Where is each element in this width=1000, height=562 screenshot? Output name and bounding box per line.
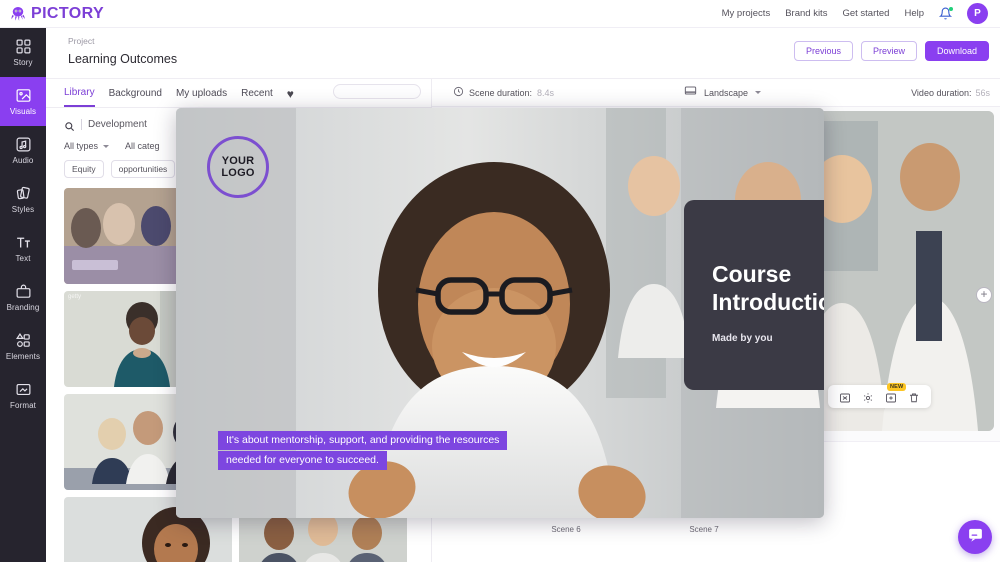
top-navigation: My projects Brand kits Get started Help …	[722, 3, 1000, 24]
notification-dot	[949, 7, 953, 11]
preview-button[interactable]: Preview	[860, 41, 917, 61]
sidebar-label-audio: Audio	[12, 156, 34, 165]
chat-widget-button[interactable]	[958, 520, 992, 554]
story-icon	[15, 38, 32, 55]
previous-button[interactable]: Previous	[793, 41, 853, 61]
sidebar-label-branding: Branding	[6, 303, 40, 312]
clock-icon	[453, 84, 464, 102]
tab-my-uploads[interactable]: My uploads	[176, 88, 227, 106]
page-title: Learning Outcomes	[68, 52, 178, 66]
scene-duration-label: Scene duration:	[469, 87, 533, 98]
styles-icon	[15, 185, 32, 202]
sidebar-item-elements[interactable]: Elements	[0, 322, 46, 371]
image-icon	[15, 87, 32, 104]
logo-placeholder[interactable]: YOUR LOGO	[207, 136, 269, 198]
sidebar-label-story: Story	[13, 58, 33, 67]
search-value[interactable]: Development	[88, 119, 147, 130]
new-badge: NEW	[887, 382, 907, 391]
logo-line-2: LOGO	[221, 167, 255, 179]
header-actions: Previous Preview Download	[793, 41, 989, 61]
filter-all-types-label: All types	[64, 141, 99, 151]
tab-library[interactable]: Library	[64, 87, 95, 107]
chip-equity[interactable]: Equity	[64, 160, 104, 178]
library-search-input[interactable]	[333, 84, 421, 99]
sidebar-item-story[interactable]: Story	[0, 28, 46, 77]
branding-icon	[15, 283, 32, 300]
filter-all-categories-label: All categ	[125, 141, 160, 151]
sidebar-item-styles[interactable]: Styles	[0, 175, 46, 224]
sidebar-item-audio[interactable]: Audio	[0, 126, 46, 175]
elements-icon	[15, 332, 32, 349]
crop-icon[interactable]	[839, 391, 851, 403]
brand-name: PICTORY	[31, 4, 105, 22]
sidebar-item-visuals[interactable]: Visuals	[0, 77, 46, 126]
sidebar-item-format[interactable]: Format	[0, 371, 46, 420]
text-icon	[15, 234, 32, 251]
nav-brand-kits[interactable]: Brand kits	[785, 8, 827, 19]
add-element-button[interactable]: +	[976, 287, 992, 303]
chevron-down-icon	[103, 144, 110, 148]
title-line-1: Course	[712, 261, 792, 287]
trash-icon[interactable]	[908, 391, 920, 403]
scene-toolbar: Scene duration: 8.4s Landscape Video dur…	[432, 79, 1000, 107]
nav-get-started[interactable]: Get started	[842, 8, 889, 19]
sidebar-label-visuals: Visuals	[9, 107, 37, 116]
attribution-label: getty	[68, 294, 82, 300]
format-icon	[15, 381, 32, 398]
library-tabs: Library Background My uploads Recent ♥	[46, 79, 431, 107]
landscape-icon	[684, 84, 697, 102]
chevron-down-icon	[755, 91, 762, 94]
caption-overlay[interactable]: It's about mentorship, support, and prov…	[218, 430, 508, 470]
video-preview-overlay[interactable]: YOUR LOGO Course Introduction Made by yo…	[176, 108, 824, 518]
sidebar-item-text[interactable]: Text	[0, 224, 46, 273]
scene-label: Scene 7	[689, 525, 719, 534]
caption-line-1: It's about mentorship, support, and prov…	[218, 431, 508, 450]
brand-logo[interactable]: PICTORY	[0, 5, 104, 23]
video-duration-label: Video duration:	[911, 87, 972, 98]
sidebar-label-text: Text	[15, 254, 31, 263]
breadcrumb: Project	[68, 36, 95, 46]
aspect-ratio-label: Landscape	[704, 87, 749, 98]
scene-label: Scene 6	[551, 525, 581, 534]
chip-opportunities[interactable]: opportunities	[110, 160, 176, 178]
title-card-subtitle: Made by you	[712, 332, 773, 344]
download-button[interactable]: Download	[924, 41, 989, 61]
scene-duration-group: Scene duration: 8.4s	[432, 84, 554, 102]
sidebar-label-styles: Styles	[11, 205, 35, 214]
nav-my-projects[interactable]: My projects	[722, 8, 771, 19]
video-duration-group: Video duration: 56s	[911, 88, 1000, 98]
octopus-icon	[9, 5, 27, 23]
search-icon	[64, 119, 75, 132]
aspect-ratio-selector[interactable]: Landscape	[684, 84, 762, 102]
top-bar: PICTORY My projects Brand kits Get start…	[0, 0, 1000, 28]
filter-all-categories[interactable]: All categ	[125, 141, 160, 151]
title-card-heading: Course Introduction	[712, 260, 824, 317]
chat-icon	[967, 526, 984, 548]
nav-help[interactable]: Help	[904, 8, 924, 19]
left-sidebar: Story Visuals Audio Styles Text Branding…	[0, 28, 46, 562]
search-caret	[81, 119, 82, 130]
sidebar-label-format: Format	[10, 401, 36, 410]
scene-tools-bar: NEW	[828, 382, 931, 408]
caption-line-2: needed for everyone to succeed.	[218, 451, 387, 470]
tab-recent[interactable]: Recent	[241, 88, 273, 106]
tab-background[interactable]: Background	[109, 88, 162, 106]
sidebar-item-branding[interactable]: Branding	[0, 273, 46, 322]
scene-duration-value: 8.4s	[537, 87, 555, 98]
logo-line-1: YOUR	[221, 154, 255, 167]
music-icon	[15, 136, 32, 153]
sidebar-label-elements: Elements	[5, 352, 41, 361]
project-header: Project Learning Outcomes Previous Previ…	[46, 28, 1000, 79]
gear-icon[interactable]	[862, 391, 874, 403]
title-card[interactable]: Course Introduction Made by you	[684, 200, 824, 390]
heart-icon[interactable]: ♥	[287, 88, 294, 107]
video-duration-value: 56s	[975, 87, 990, 98]
bell-icon[interactable]	[938, 7, 953, 20]
add-scene-icon[interactable]: NEW	[885, 382, 907, 403]
avatar[interactable]: P	[967, 3, 988, 24]
filter-all-types[interactable]: All types	[64, 141, 110, 151]
title-line-2: Introduction	[712, 289, 824, 316]
